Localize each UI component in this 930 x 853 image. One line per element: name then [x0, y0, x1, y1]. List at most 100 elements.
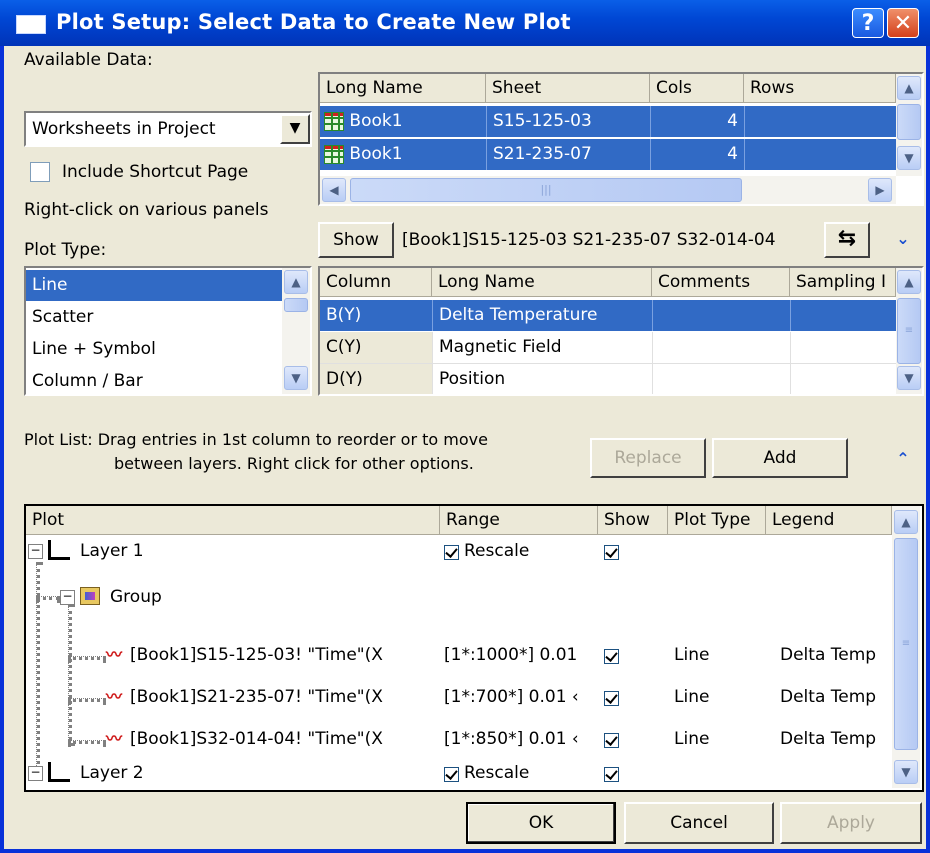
collapse-icon[interactable]: − [28, 766, 43, 781]
checkbox-box[interactable] [604, 544, 619, 560]
tree-row-group[interactable]: − Group [26, 582, 892, 612]
list-item-label: Line [32, 275, 68, 295]
plot-type[interactable]: Line [674, 687, 709, 707]
plot-list-header: Plot Range Show Plot Type Legend [26, 506, 892, 535]
table-row[interactable]: D(Y) Position [320, 364, 896, 394]
plot-type-vscroll[interactable]: ▲ ▼ [282, 268, 310, 394]
show-checkbox[interactable] [604, 688, 619, 708]
cell-long-name: Book1 [320, 106, 486, 137]
ok-button[interactable]: OK [466, 802, 616, 844]
checkbox-box[interactable] [604, 648, 619, 664]
header-sampling[interactable]: Sampling I [790, 268, 896, 296]
scroll-up-icon[interactable]: ▲ [894, 510, 918, 534]
table-row[interactable]: B(Y) Delta Temperature [320, 300, 896, 331]
checkbox-box[interactable] [604, 690, 619, 706]
header-plot[interactable]: Plot [26, 506, 440, 534]
plot-legend[interactable]: Delta Temp [780, 729, 888, 749]
plot-type-label: Plot Type: [24, 240, 107, 260]
list-item[interactable]: Column / Bar [26, 366, 282, 394]
scroll-up-icon[interactable]: ▲ [897, 76, 921, 100]
scroll-down-icon[interactable]: ▼ [284, 366, 308, 390]
data-source-value: Worksheets in Project [32, 119, 216, 139]
show-checkbox[interactable] [604, 646, 619, 666]
tree-row-plot[interactable]: 〰 [Book1]S32-014-04! "Time"(X [1*:850*] … [26, 724, 892, 754]
cell-long-name: Book1 [320, 139, 486, 170]
scroll-thumb[interactable] [284, 298, 308, 312]
header-show[interactable]: Show [598, 506, 668, 534]
tree-row-layer1[interactable]: − Layer 1 Rescale [26, 536, 892, 566]
collapse-down-icon[interactable]: ⌄ [891, 228, 915, 252]
collapse-icon[interactable]: − [60, 590, 75, 605]
columns-vscroll[interactable]: ▲ ≡ ▼ [896, 268, 922, 394]
help-button[interactable]: ? [852, 8, 884, 38]
scroll-down-icon[interactable]: ▼ [897, 366, 921, 390]
replace-button[interactable]: Replace [590, 438, 706, 478]
checkbox-box[interactable] [444, 544, 459, 560]
scroll-thumb[interactable]: ≡ [894, 538, 918, 750]
header-column[interactable]: Column [320, 268, 432, 296]
table-row[interactable]: Book1 S15-125-03 4 [320, 106, 896, 137]
tree-row-layer2[interactable]: − Layer 2 Rescale [26, 758, 892, 788]
sheets-hscroll[interactable]: ◀ ||| ▶ [320, 176, 896, 204]
scroll-down-icon[interactable]: ▼ [894, 760, 918, 784]
rescale-checkbox[interactable] [444, 542, 459, 562]
list-item[interactable]: Line + Symbol [26, 334, 282, 365]
header-plot-type[interactable]: Plot Type [668, 506, 766, 534]
header-comments[interactable]: Comments [652, 268, 790, 296]
checkbox-box[interactable] [444, 766, 459, 782]
swap-icon[interactable]: ⇆ [824, 222, 870, 258]
chevron-down-icon[interactable]: ▼ [280, 114, 310, 144]
checkbox-box[interactable] [604, 766, 619, 782]
table-row[interactable]: C(Y) Magnetic Field [320, 332, 896, 364]
scroll-down-icon[interactable]: ▼ [897, 146, 921, 170]
plot-type[interactable]: Line [674, 645, 709, 665]
show-checkbox[interactable] [604, 764, 619, 784]
plot-list-vscroll[interactable]: ▲ ≡ ▼ [892, 506, 920, 788]
close-button[interactable]: ✕ [887, 8, 919, 38]
show-button[interactable]: Show [318, 222, 394, 258]
header-sheet[interactable]: Sheet [486, 74, 650, 102]
title-bar[interactable]: Plot Setup: Select Data to Create New Pl… [0, 0, 930, 46]
checkbox-box[interactable] [604, 732, 619, 748]
header-cols[interactable]: Cols [650, 74, 744, 102]
sheets-header: Long Name Sheet Cols Rows [320, 74, 896, 103]
table-row[interactable]: Book1 S21-235-07 4 [320, 139, 896, 170]
scroll-up-icon[interactable]: ▲ [284, 270, 308, 294]
header-long-name[interactable]: Long Name [320, 74, 486, 102]
collapse-icon[interactable]: − [28, 544, 43, 559]
header-legend[interactable]: Legend [766, 506, 892, 534]
rescale-checkbox[interactable] [444, 764, 459, 784]
plot-list-instructions-2: between layers. Right click for other op… [114, 454, 474, 473]
group-swatch [85, 592, 95, 600]
tree-row-plot[interactable]: 〰 [Book1]S21-235-07! "Time"(X [1*:700*] … [26, 682, 892, 712]
cell-comments [652, 300, 790, 331]
show-checkbox[interactable] [604, 542, 619, 562]
tree-row-plot[interactable]: 〰 [Book1]S15-125-03! "Time"(X [1*:1000*]… [26, 640, 892, 670]
apply-button[interactable]: Apply [780, 802, 922, 844]
list-item[interactable]: Line [26, 270, 282, 301]
data-source-dropdown[interactable]: Worksheets in Project ▼ [24, 111, 312, 147]
list-item[interactable]: Scatter [26, 302, 282, 333]
checkbox-box[interactable] [30, 162, 50, 182]
show-checkbox[interactable] [604, 730, 619, 750]
scroll-up-icon[interactable]: ▲ [897, 270, 921, 294]
plot-legend[interactable]: Delta Temp [780, 645, 888, 665]
layer-icon [48, 540, 70, 560]
scroll-thumb[interactable]: ||| [350, 178, 742, 202]
header-rows[interactable]: Rows [744, 74, 896, 102]
plot-type-list[interactable]: Line Scatter Line + Symbol Column / Bar … [24, 266, 312, 396]
collapse-up-icon[interactable]: ⌃ [891, 448, 915, 472]
add-button[interactable]: Add [712, 438, 848, 478]
scroll-thumb[interactable]: ≡ [897, 298, 921, 364]
scroll-left-icon[interactable]: ◀ [322, 178, 346, 202]
header-range[interactable]: Range [440, 506, 598, 534]
scroll-thumb[interactable] [897, 104, 921, 140]
rescale-label: Rescale [464, 763, 530, 783]
plot-type[interactable]: Line [674, 729, 709, 749]
sheets-vscroll[interactable]: ▲ ▼ [896, 74, 922, 176]
cancel-button[interactable]: Cancel [624, 802, 774, 844]
header-long-name[interactable]: Long Name [432, 268, 652, 296]
plot-legend[interactable]: Delta Temp [780, 687, 888, 707]
scroll-right-icon[interactable]: ▶ [868, 178, 892, 202]
include-shortcut-checkbox[interactable] [30, 162, 50, 182]
